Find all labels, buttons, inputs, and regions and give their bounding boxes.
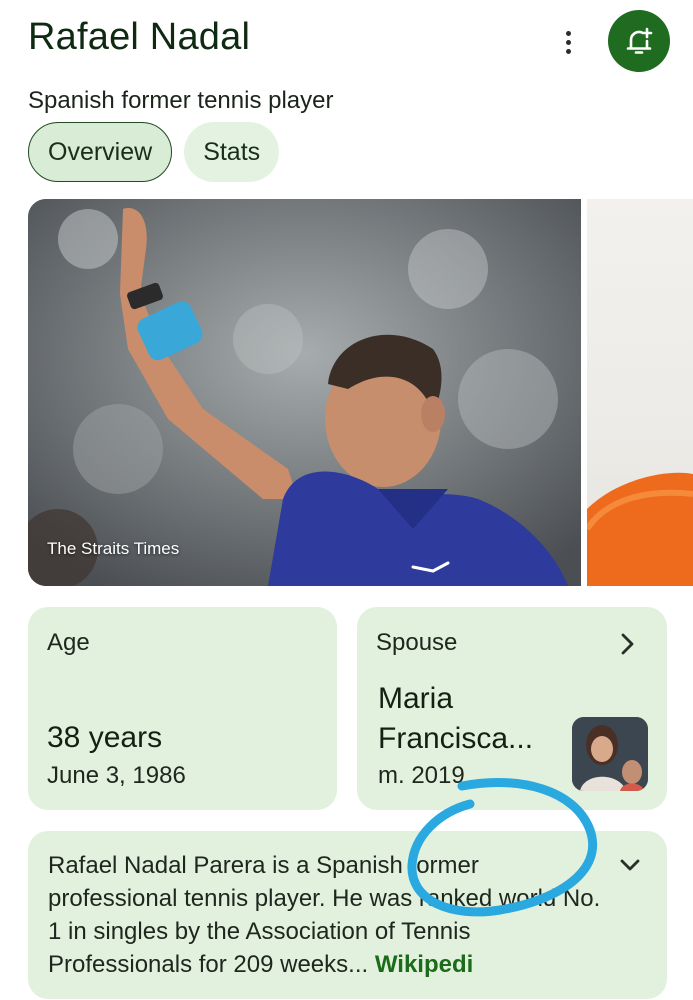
marriage-year: m. 2019	[378, 762, 465, 789]
carousel-image-main[interactable]: The Straits Times	[28, 199, 581, 586]
spouse-name: Maria Francisca...	[378, 682, 534, 755]
more-options-button[interactable]	[555, 24, 581, 60]
description-body: Rafael Nadal Parera is a Spanish former …	[48, 852, 601, 978]
description-text: Rafael Nadal Parera is a Spanish former …	[48, 849, 608, 981]
carousel-image-secondary[interactable]	[587, 199, 693, 586]
page-subtitle: Spanish former tennis player	[28, 87, 334, 114]
description-card[interactable]: Rafael Nadal Parera is a Spanish former …	[28, 831, 667, 999]
secondary-photo-illustration	[587, 472, 693, 586]
photo-illustration	[28, 199, 581, 586]
age-value: 38 years	[47, 721, 163, 754]
chevron-down-icon[interactable]	[618, 855, 642, 875]
fact-card-age: Age 38 years June 3, 1986	[28, 607, 337, 810]
tab-overview[interactable]: Overview	[28, 122, 173, 182]
birth-date: June 3, 1986	[47, 762, 186, 789]
more-vert-dot	[565, 39, 571, 45]
tab-bar: Overview Stats	[28, 122, 280, 182]
spouse-label: Spouse	[376, 629, 458, 656]
chevron-right-icon	[621, 633, 634, 655]
wikipedia-link[interactable]: Wikipedi	[375, 951, 473, 978]
follow-button[interactable]	[608, 10, 670, 72]
more-vert-icon	[565, 30, 571, 36]
fact-card-spouse[interactable]: Spouse Maria Francisca... m. 2019	[357, 607, 667, 810]
spouse-thumbnail	[572, 717, 648, 791]
image-carousel[interactable]: The Straits Times	[28, 199, 693, 586]
image-credit: The Straits Times	[47, 539, 180, 558]
more-vert-dot	[565, 48, 571, 54]
tab-stats[interactable]: Stats	[184, 122, 280, 182]
spouse-photo-illustration	[572, 717, 648, 791]
bell-plus-icon	[626, 27, 653, 54]
age-label: Age	[47, 629, 90, 656]
